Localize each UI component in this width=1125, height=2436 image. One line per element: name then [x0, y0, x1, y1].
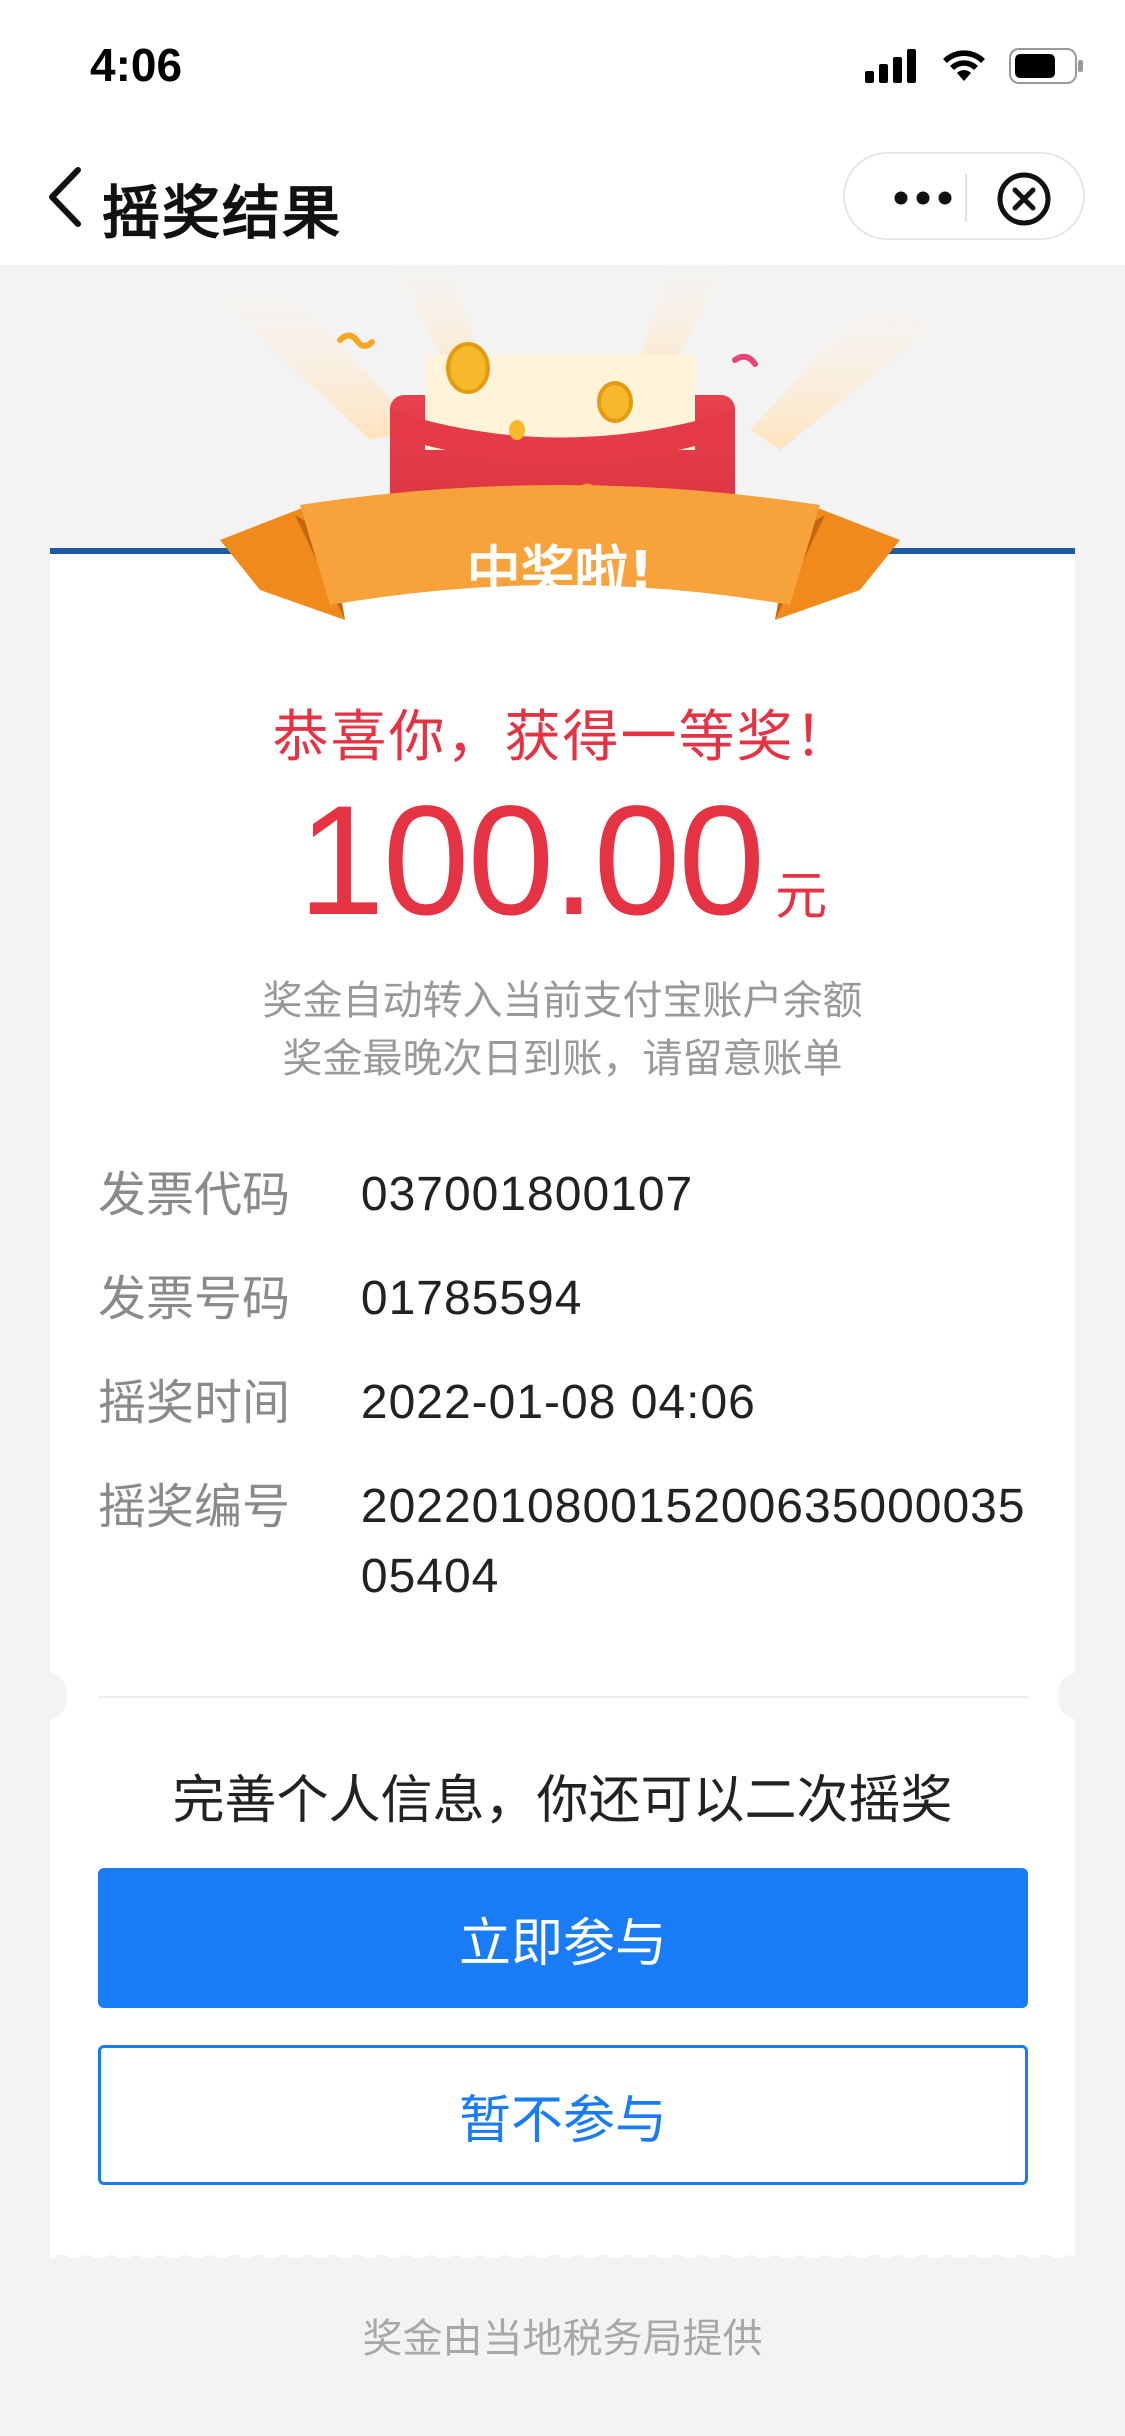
- prize-amount: 100.00: [297, 774, 765, 948]
- info-value: 01785594: [360, 1272, 583, 1325]
- banner-text: 中奖啦!: [467, 540, 654, 603]
- wifi-icon: [943, 50, 985, 81]
- info-row-draw-number: 摇奖编号 20220108001520063500003505404: [98, 1472, 1038, 1612]
- info-label: 摇奖时间: [98, 1375, 291, 1431]
- info-label: 摇奖编号: [98, 1479, 291, 1535]
- navigation-bar: 摇奖结果: [0, 130, 1125, 265]
- card-notch-left: [33, 1673, 67, 1719]
- divider: [98, 1696, 1028, 1698]
- capsule-divider: [965, 174, 967, 222]
- info-value: 20220108001520063500003505404: [360, 1480, 1026, 1603]
- coin: [509, 420, 525, 440]
- invoice-info-list: 发票代码 037001800107 发票号码 01785594 摇奖时间 202…: [98, 1160, 1038, 1646]
- coin: [446, 342, 490, 394]
- mini-program-capsule: [843, 152, 1085, 240]
- coin: [597, 381, 633, 423]
- status-bar: 4:06: [0, 0, 1125, 130]
- prize-amount-row: 100.00 元: [0, 776, 1125, 946]
- congrats-text: 恭喜你，获得一等奖！: [272, 705, 853, 770]
- info-value: 2022-01-08 04:06: [360, 1376, 756, 1429]
- status-icons: [865, 48, 1085, 84]
- close-icon[interactable]: [995, 170, 1053, 228]
- prize-unit: 元: [775, 867, 828, 927]
- info-label: 发票代码: [98, 1167, 291, 1223]
- info-row-invoice-code: 发票代码 037001800107: [98, 1160, 1038, 1230]
- skip-button[interactable]: 暂不参与: [98, 2045, 1028, 2185]
- footer-note: 奖金由当地税务局提供: [362, 2316, 763, 2362]
- info-row-draw-time: 摇奖时间 2022-01-08 04:06: [98, 1368, 1038, 1438]
- more-icon[interactable]: [879, 178, 969, 218]
- info-label: 发票号码: [98, 1271, 291, 1327]
- status-time: 4:06: [90, 39, 183, 91]
- page-title: 摇奖结果: [102, 179, 343, 247]
- second-draw-promo: 完善个人信息，你还可以二次摇奖: [172, 1771, 953, 1831]
- note-line: 奖金自动转入当前支付宝账户余额: [262, 978, 863, 1024]
- note-line: 奖金最晚次日到账，请留意账单: [282, 1036, 843, 1082]
- battery-icon: [1009, 48, 1083, 84]
- card-notch-right: [1058, 1673, 1092, 1719]
- card-scallop-edge: [50, 2244, 1075, 2272]
- info-row-invoice-number: 发票号码 01785594: [98, 1264, 1038, 1334]
- info-value: 037001800107: [360, 1168, 694, 1221]
- signal-icon: [865, 49, 916, 83]
- back-arrow-icon[interactable]: [40, 162, 100, 232]
- prize-notes: 奖金自动转入当前支付宝账户余额 奖金最晚次日到账，请留意账单: [0, 972, 1125, 1088]
- join-now-button[interactable]: 立即参与: [98, 1868, 1028, 2008]
- prize-illustration: 中奖啦!: [220, 260, 930, 620]
